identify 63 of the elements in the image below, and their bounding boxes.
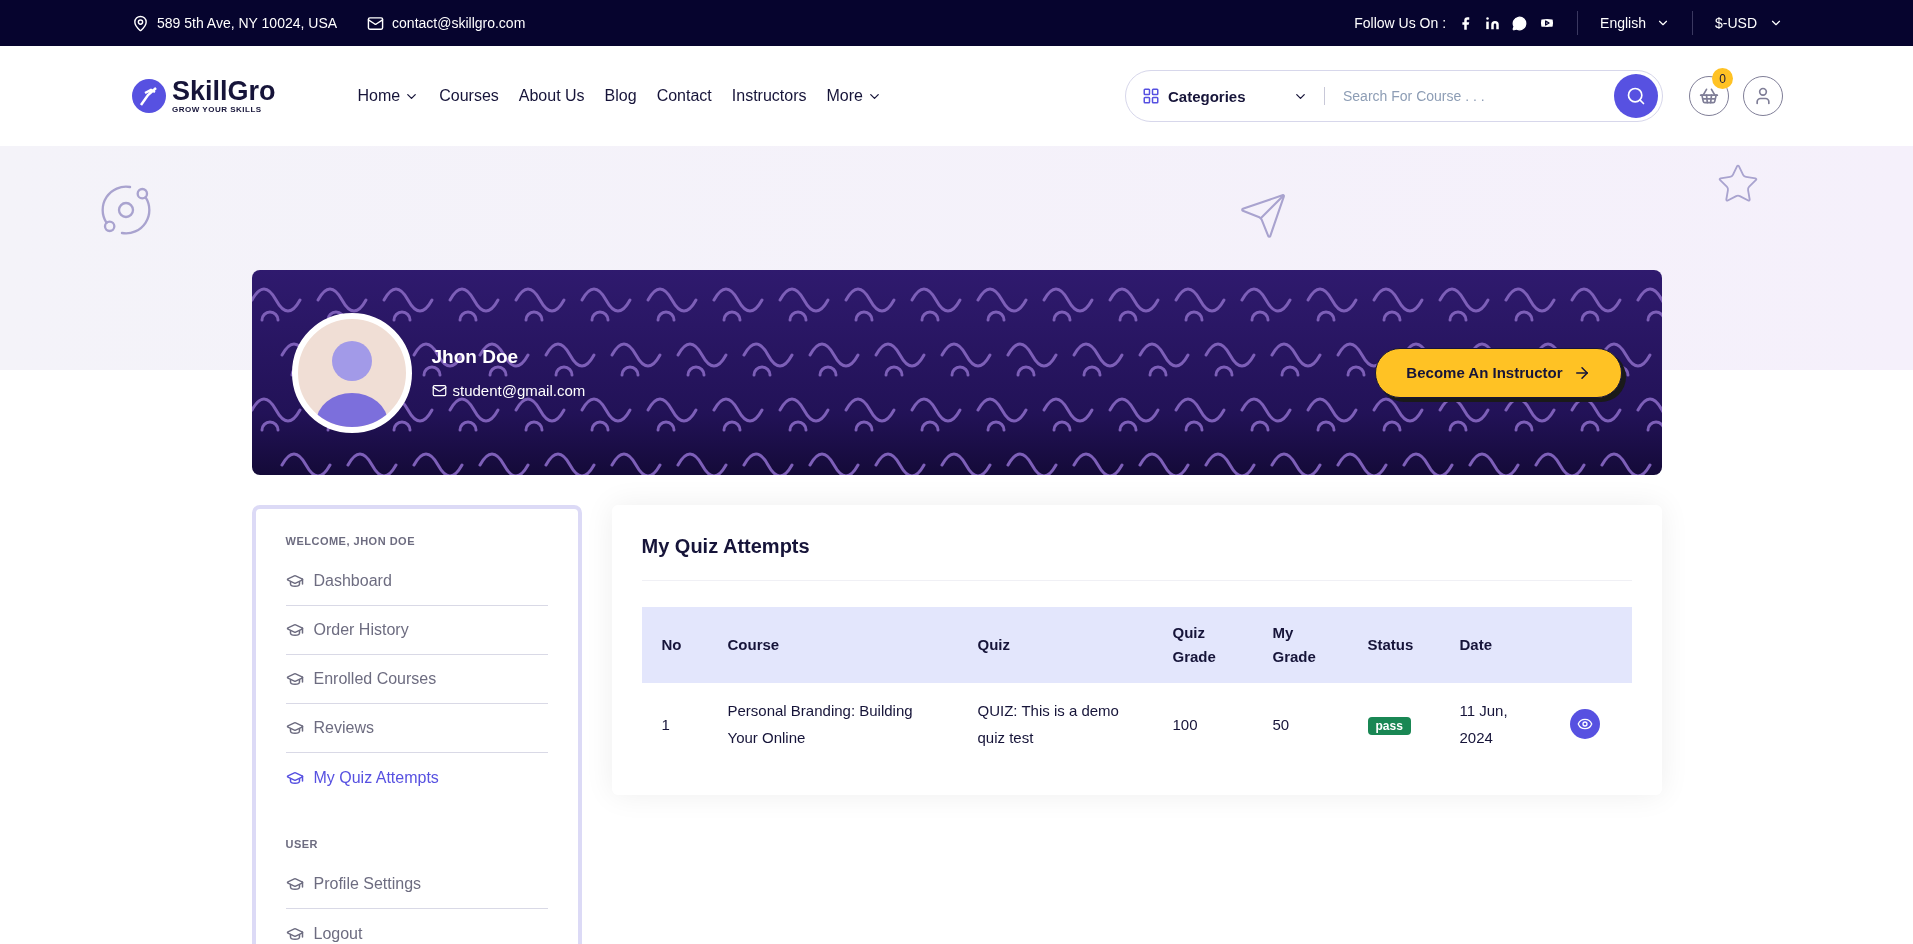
sidebar-item[interactable]: My Quiz Attempts <box>285 753 548 802</box>
nav-link[interactable]: More <box>826 87 882 105</box>
mail-icon <box>431 383 447 398</box>
mail-icon <box>367 14 385 32</box>
table-header-cell: Date <box>1439 607 1550 683</box>
map-pin-icon <box>132 14 149 32</box>
grid-icon <box>1142 87 1160 105</box>
nav-link[interactable]: Contact <box>656 87 712 105</box>
table-header-cell: Quiz Grade <box>1152 607 1253 683</box>
graduation-cap-icon <box>285 621 304 639</box>
linkedin-icon[interactable] <box>1485 15 1501 31</box>
table-cell: 11 Jun, 2024 <box>1439 683 1550 765</box>
status-badge: pass <box>1367 716 1411 735</box>
graduation-cap-icon <box>285 719 304 737</box>
table-header-cell: No <box>641 607 708 683</box>
view-button[interactable] <box>1569 709 1600 739</box>
sidebar-section-title: WELCOME, JHON DOE <box>285 535 416 547</box>
nav-link[interactable]: Blog <box>604 87 637 105</box>
logo-name[interactable]: SkillGro <box>172 78 276 105</box>
table-cell: QUIZ: This is a demo quiz test <box>957 683 1153 765</box>
sidebar-section-title: USER <box>285 838 320 850</box>
table-header-cell: My Grade <box>1252 607 1348 683</box>
nav-link[interactable]: Instructors <box>731 87 807 105</box>
table-cell: 100 <box>1152 683 1253 765</box>
sidebar-item[interactable]: Enrolled Courses <box>285 655 548 704</box>
nav-link[interactable]: About Us <box>518 87 585 105</box>
sidebar-item[interactable]: Dashboard <box>285 557 548 606</box>
search-button[interactable] <box>1614 74 1658 118</box>
whatsapp-icon[interactable] <box>1512 15 1528 31</box>
paper-plane-icon <box>1238 191 1288 241</box>
card-title: My Quiz Attempts <box>641 535 1632 581</box>
user-icon <box>1753 86 1773 106</box>
table-header-cell: Quiz <box>957 607 1153 683</box>
search-icon <box>1626 86 1646 106</box>
table-cell: Personal Branding: Building Your Online <box>707 683 958 765</box>
follow-label: Follow Us On : <box>1354 15 1447 31</box>
user-button[interactable] <box>1743 76 1783 116</box>
sidebar-item[interactable]: Profile Settings <box>285 860 548 909</box>
cart-button[interactable] <box>1689 76 1729 116</box>
table-cell: 1 <box>641 683 708 765</box>
email-link[interactable]: contact@skillgro.com <box>392 15 526 31</box>
basket-icon <box>1699 86 1719 106</box>
profile-email: student@gmail.com <box>452 382 586 399</box>
sidebar-item[interactable]: Order History <box>285 606 548 655</box>
graduation-cap-icon <box>285 670 304 688</box>
graduation-cap-icon <box>285 572 304 590</box>
eye-icon <box>1576 716 1593 732</box>
logo-tagline: GROW YOUR SKILLS <box>172 105 263 114</box>
sidebar-item[interactable]: Reviews <box>285 704 548 753</box>
nav-link[interactable]: Home <box>357 87 420 105</box>
cart-count-badge: 0 <box>1712 68 1733 89</box>
sidebar-item[interactable]: Logout <box>285 909 548 944</box>
currency-select[interactable]: $-USD <box>1715 15 1757 31</box>
categories-dropdown[interactable]: Categories <box>1142 87 1308 105</box>
language-select[interactable]: English <box>1600 15 1646 31</box>
address-text: 589 5th Ave, NY 10024, USA <box>157 15 338 31</box>
logo-icon[interactable] <box>132 79 166 113</box>
nav-link[interactable]: Courses <box>439 87 499 105</box>
table-cell: 50 <box>1252 683 1348 765</box>
graduation-cap-icon <box>285 875 304 893</box>
profile-name: Jhon Doe <box>431 346 520 368</box>
table-header-cell: Status <box>1347 607 1440 683</box>
table-header-cell: Course <box>707 607 958 683</box>
